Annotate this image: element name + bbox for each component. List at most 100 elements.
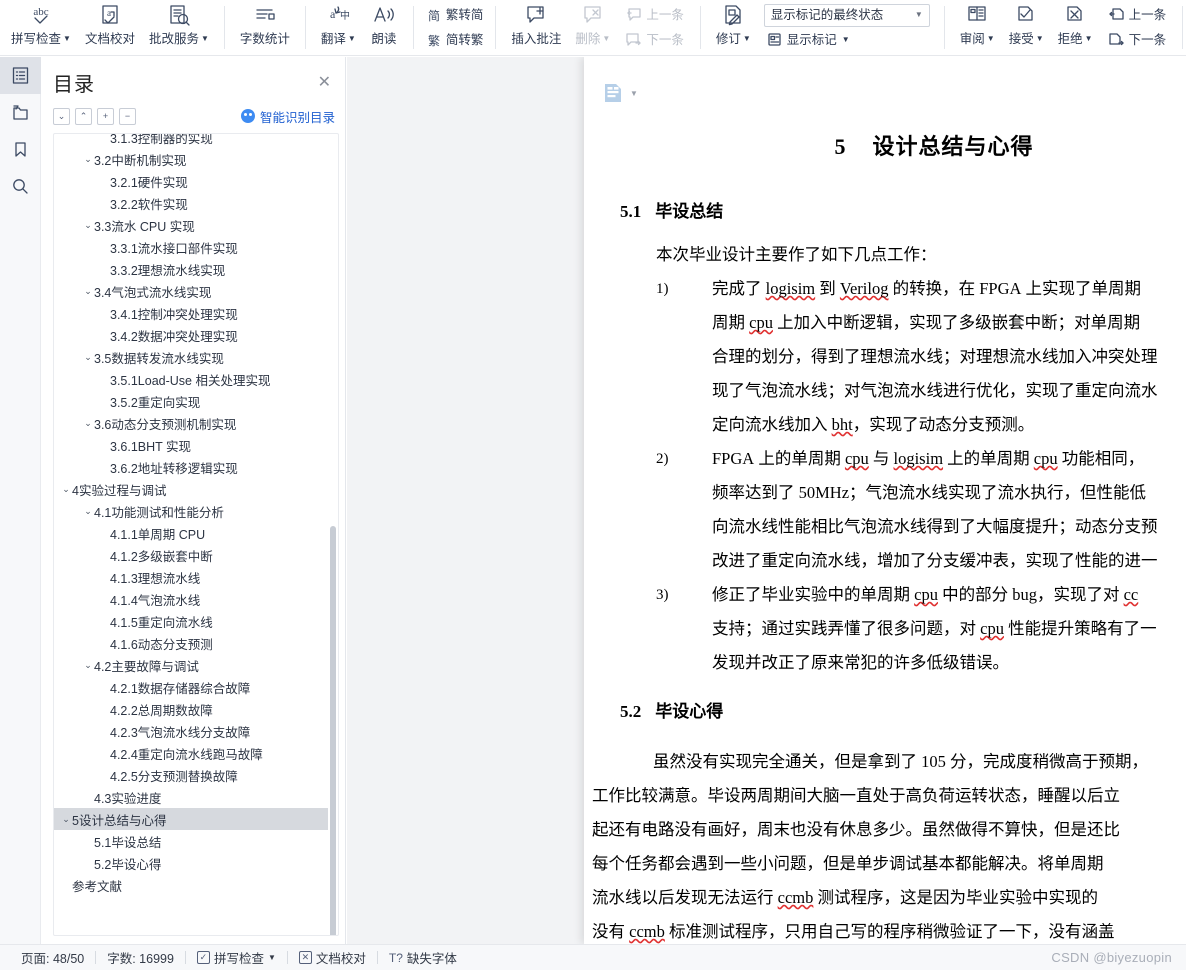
toc-item[interactable]: 5.2毕设心得 bbox=[54, 852, 328, 874]
markup-view-select[interactable]: 显示标记的最终状态 ▼ bbox=[763, 3, 930, 27]
correction-service-button[interactable]: 批改服务 ▼ bbox=[142, 0, 216, 55]
accept-change-button[interactable]: 接受 ▼ bbox=[1002, 0, 1051, 55]
toc-item[interactable]: ⌄ 3.6动态分支预测机制实现 bbox=[54, 412, 328, 434]
word-count-status[interactable]: 字数: 16999 bbox=[96, 948, 185, 967]
toc-item[interactable]: 4.2.1数据存储器综合故障 bbox=[54, 676, 328, 698]
change-nav-group: 上一条 下一条 bbox=[1100, 0, 1175, 55]
toc-item[interactable]: 4.2.2总周期数故障 bbox=[54, 698, 328, 720]
toc-item[interactable]: 4.1.5重定向流水线 bbox=[54, 610, 328, 632]
toc-list-container: 3.1.1主要功能部件实现3.1.2数据通路的实现3.1.3控制器的实现⌄3.2… bbox=[53, 133, 339, 936]
expand-down-button[interactable]: ⌄ bbox=[53, 107, 70, 125]
chevron-down-icon[interactable]: ⌄ bbox=[82, 154, 94, 165]
markup-view-value: 显示标记的最终状态 bbox=[770, 8, 884, 22]
paste-options-button[interactable]: ▼ bbox=[602, 82, 638, 104]
page-count-status[interactable]: 页面: 48/50 bbox=[10, 948, 95, 967]
toc-item[interactable]: 4.1.1单周期 CPU bbox=[54, 522, 328, 544]
toc-item[interactable]: 3.6.2地址转移逻辑实现 bbox=[54, 456, 328, 478]
toc-item[interactable]: 3.5.1Load-Use 相关处理实现 bbox=[54, 368, 328, 390]
document-page[interactable]: ▼ 5 设计总结与心得 5.1 毕设总结 本次毕业设计主要作了如下几点工作： 1) … bbox=[584, 57, 1186, 944]
collapse-up-button[interactable]: ⌃ bbox=[75, 107, 92, 125]
toc-item[interactable]: 4.1.3理想流水线 bbox=[54, 566, 328, 588]
trad-to-simp-button[interactable]: 简 繁转简 bbox=[422, 3, 488, 28]
previous-change-button[interactable]: 上一条 bbox=[1104, 3, 1171, 28]
toc-item[interactable]: ⌄ 4实验过程与调试 bbox=[54, 478, 328, 500]
ribbon-group-chinese-conversion: 简 繁转简 繁 简转繁 bbox=[418, 0, 492, 55]
read-aloud-button[interactable]: 朗读 bbox=[363, 0, 405, 55]
chevron-down-icon: ▼ bbox=[63, 34, 71, 43]
toc-item[interactable]: 4.2.3气泡流水线分支故障 bbox=[54, 720, 328, 742]
delete-comment-button[interactable]: 删除 ▼ bbox=[568, 0, 617, 55]
show-markup-button[interactable]: 显示标记 ▼ bbox=[762, 28, 932, 53]
word-count-icon bbox=[250, 3, 280, 29]
toc-item[interactable]: 4.1.6动态分支预测 bbox=[54, 632, 328, 654]
spell-check-icon: abc bbox=[26, 3, 56, 29]
toc-item[interactable]: 3.4.1控制冲突处理实现 bbox=[54, 302, 328, 324]
toc-item[interactable]: ⌄ 3.3流水 CPU 实现 bbox=[54, 214, 328, 236]
read-aloud-icon bbox=[370, 3, 398, 29]
toc-item[interactable]: 4.1.2多级嵌套中断 bbox=[54, 544, 328, 566]
toc-item[interactable]: 4.3实验进度 bbox=[54, 786, 328, 808]
toc-item-label: 4.1.6动态分支预测 bbox=[110, 637, 213, 652]
chevron-down-icon[interactable]: ⌄ bbox=[82, 220, 94, 231]
proofread-status-button[interactable]: ✕ 文档校对 bbox=[288, 948, 377, 967]
missing-font-status-button[interactable]: T? 缺失字体 bbox=[378, 948, 468, 967]
close-icon[interactable]: ✕ bbox=[314, 72, 335, 92]
toc-scrollbar-track[interactable] bbox=[329, 134, 336, 935]
toc-item[interactable]: ⌄ 3.5数据转发流水线实现 bbox=[54, 346, 328, 368]
spellcheck-status-button[interactable]: ✓ 拼写检查 ▼ bbox=[186, 948, 287, 967]
chevron-down-icon[interactable]: ⌄ bbox=[82, 660, 94, 671]
toc-item[interactable]: ⌄ 4.2主要故障与调试 bbox=[54, 654, 328, 676]
toc-item[interactable]: 4.1.4气泡流水线 bbox=[54, 588, 328, 610]
toc-item[interactable]: 3.3.1流水接口部件实现 bbox=[54, 236, 328, 258]
toc-item[interactable]: 4.2.5分支预测替换故障 bbox=[54, 764, 328, 786]
rail-bookmarks-button[interactable] bbox=[0, 131, 41, 168]
collapse-all-button[interactable]: − bbox=[119, 107, 136, 125]
chevron-down-icon[interactable]: ⌄ bbox=[82, 286, 94, 297]
next-change-button[interactable]: 下一条 bbox=[1104, 28, 1171, 53]
rail-search-button[interactable] bbox=[0, 168, 41, 205]
document-proofread-button[interactable]: a 文档校对 bbox=[78, 0, 142, 55]
review-pane-button[interactable]: 审阅 ▼ bbox=[953, 0, 1002, 55]
chevron-down-icon[interactable]: ⌄ bbox=[82, 418, 94, 429]
rail-outline-button[interactable] bbox=[0, 57, 41, 94]
expand-all-button[interactable]: + bbox=[97, 107, 114, 125]
toc-item[interactable]: ⌄ 3.4气泡式流水线实现 bbox=[54, 280, 328, 302]
trad-to-simp-label: 繁转简 bbox=[445, 8, 484, 22]
spell-check-button[interactable]: abc 拼写检查 ▼ bbox=[4, 0, 78, 55]
chevron-down-icon[interactable]: ⌄ bbox=[60, 484, 72, 495]
chevron-down-icon[interactable]: ⌄ bbox=[82, 506, 94, 517]
ribbon-group-word-count: 字数统计 bbox=[229, 0, 301, 55]
missing-font-label: 缺失字体 bbox=[406, 952, 457, 966]
simp-to-trad-button[interactable]: 繁 简转繁 bbox=[422, 28, 488, 53]
toc-item-label: 4.2.3气泡流水线分支故障 bbox=[110, 725, 251, 740]
toc-item[interactable]: 3.6.1BHT 实现 bbox=[54, 434, 328, 456]
chevron-down-icon[interactable]: ⌄ bbox=[60, 814, 72, 825]
reject-change-button[interactable]: 拒绝 ▼ bbox=[1051, 0, 1100, 55]
smart-toc-button[interactable]: 智能识别目录 bbox=[240, 107, 335, 126]
next-comment-button[interactable]: 下一条 bbox=[621, 28, 688, 53]
translate-button[interactable]: a中 翻译 ▼ bbox=[314, 0, 363, 55]
insert-comment-button[interactable]: 插入批注 bbox=[504, 0, 568, 55]
chevron-down-icon[interactable]: ⌄ bbox=[82, 352, 94, 363]
markup-controls: 显示标记的最终状态 ▼ 显示标记 ▼ bbox=[758, 0, 936, 55]
toc-item[interactable]: 参考文献 bbox=[54, 874, 328, 896]
toc-item[interactable]: 3.1.3控制器的实现 bbox=[54, 134, 328, 148]
toc-item[interactable]: 3.3.2理想流水线实现 bbox=[54, 258, 328, 280]
toc-item[interactable]: 3.2.2软件实现 bbox=[54, 192, 328, 214]
toc-item[interactable]: ⌄ 5设计总结与心得 bbox=[54, 808, 328, 830]
word-count-button[interactable]: 字数统计 bbox=[233, 0, 297, 55]
track-changes-button[interactable]: 修订 ▼ bbox=[709, 0, 758, 55]
next-change-label: 下一条 bbox=[1128, 33, 1167, 47]
toc-item[interactable]: 4.2.4重定向流水线跑马故障 bbox=[54, 742, 328, 764]
toc-item[interactable]: ⌄ 4.1功能测试和性能分析 bbox=[54, 500, 328, 522]
toc-item-label: 3.4.2数据冲突处理实现 bbox=[110, 329, 238, 344]
toc-item[interactable]: ⌄ 3.2中断机制实现 bbox=[54, 148, 328, 170]
toc-item[interactable]: 5.1毕设总结 bbox=[54, 830, 328, 852]
document-viewport[interactable]: ▼ 5 设计总结与心得 5.1 毕设总结 本次毕业设计主要作了如下几点工作： 1) … bbox=[347, 57, 1186, 944]
previous-comment-button[interactable]: 上一条 bbox=[621, 3, 688, 28]
toc-item[interactable]: 3.2.1硬件实现 bbox=[54, 170, 328, 192]
toc-item[interactable]: 3.5.2重定向实现 bbox=[54, 390, 328, 412]
toc-item[interactable]: 3.4.2数据冲突处理实现 bbox=[54, 324, 328, 346]
toc-scrollbar-thumb[interactable] bbox=[330, 526, 336, 935]
rail-chapters-button[interactable] bbox=[0, 94, 41, 131]
